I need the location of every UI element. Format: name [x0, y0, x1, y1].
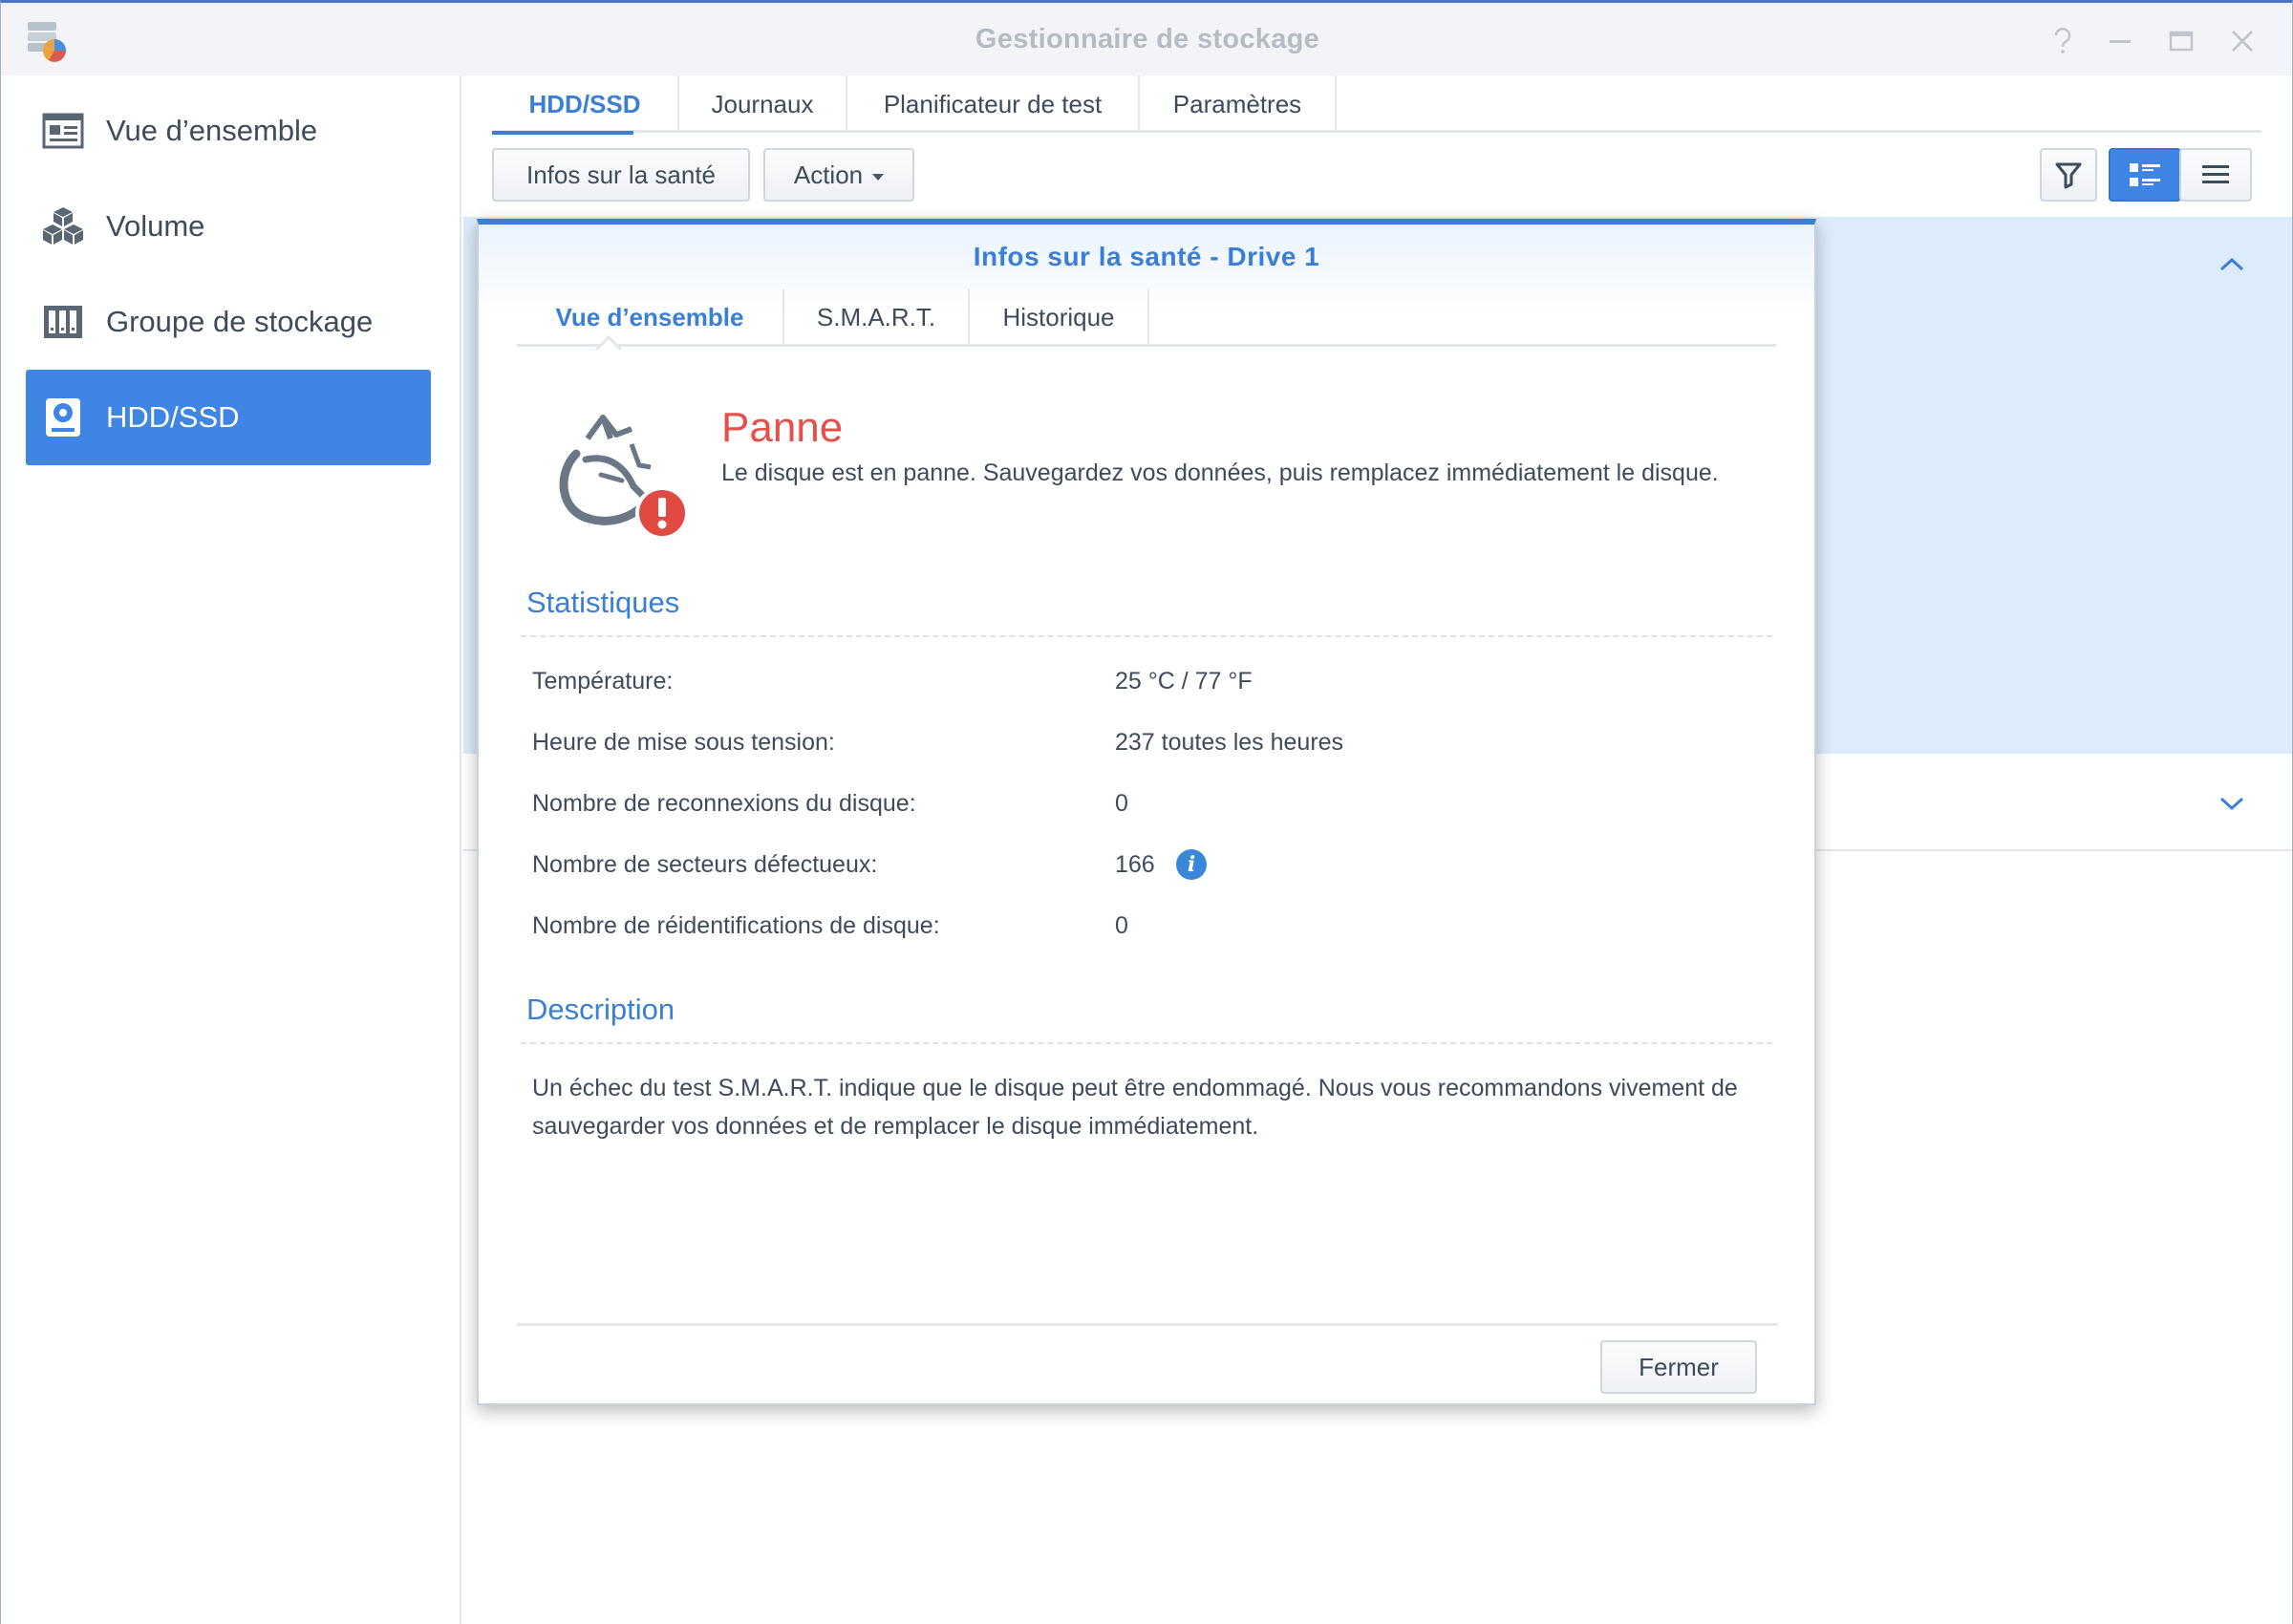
- description-heading: Description: [526, 993, 675, 1026]
- drive-failure-status-icon: [547, 406, 700, 549]
- section-divider: [521, 635, 1772, 637]
- action-button-label: Action: [793, 160, 864, 189]
- main-tabs: HDD/SSD Journaux Planificateur de test P…: [492, 75, 2261, 133]
- close-icon[interactable]: [2223, 22, 2261, 60]
- dialog-title: Infos sur la santé - Drive 1: [973, 242, 1320, 271]
- sidebar-item-label: Volume: [106, 209, 205, 243]
- statistics-heading: Statistiques: [526, 586, 680, 619]
- caret-down-icon: [872, 173, 885, 181]
- storage-manager-window: Gestionnaire de stockage Vue d’ensemble …: [0, 0, 2293, 1624]
- stat-value-reconnections: 0: [1115, 790, 1128, 817]
- list-icon: [2202, 165, 2229, 183]
- sidebar: Vue d’ensemble Volume Groupe de stockage…: [1, 75, 461, 1624]
- stat-label-power-on-hours: Heure de mise sous tension:: [532, 729, 835, 756]
- chevron-down-icon[interactable]: [2218, 794, 2246, 813]
- sidebar-item-volume[interactable]: Volume: [26, 179, 431, 274]
- help-icon[interactable]: [2044, 22, 2082, 60]
- disk-icon: [41, 395, 85, 439]
- tab-logs[interactable]: Journaux: [679, 75, 847, 133]
- info-icon[interactable]: i: [1176, 849, 1207, 880]
- sidebar-item-hdd-ssd[interactable]: HDD/SSD: [26, 370, 431, 465]
- description-text: Un échec du test S.M.A.R.T. indique que …: [532, 1075, 1738, 1140]
- detail-view-button[interactable]: [2109, 148, 2181, 202]
- sidebar-item-label: Groupe de stockage: [106, 305, 374, 338]
- filter-icon: [2055, 162, 2082, 189]
- sidebar-item-overview[interactable]: Vue d’ensemble: [26, 83, 431, 179]
- stat-value-power-on-hours: 237 toutes les heures: [1115, 729, 1344, 756]
- dialog-footer-divider: [517, 1323, 1778, 1326]
- filter-button[interactable]: [2040, 148, 2097, 202]
- sidebar-item-label: Vue d’ensemble: [106, 114, 318, 147]
- title-bar[interactable]: Gestionnaire de stockage: [1, 3, 2292, 75]
- active-tab-indicator: [492, 131, 633, 135]
- stat-value-bad-sectors: 166: [1115, 851, 1155, 878]
- volume-cubes-icon: [41, 204, 85, 248]
- sidebar-item-label: HDD/SSD: [106, 400, 240, 434]
- close-button[interactable]: Fermer: [1600, 1340, 1757, 1394]
- window-title: Gestionnaire de stockage: [975, 24, 1320, 54]
- chevron-up-icon[interactable]: [2218, 255, 2246, 274]
- maximize-icon[interactable]: [2162, 22, 2200, 60]
- stat-value-reidentifications: 0: [1115, 912, 1128, 939]
- dialog-tab-history[interactable]: Historique: [970, 289, 1149, 345]
- dialog-tab-overview[interactable]: Vue d’ensemble: [517, 289, 784, 345]
- overview-icon: [41, 109, 85, 153]
- stat-value-temperature: 25 °C / 77 °F: [1115, 668, 1253, 694]
- health-info-dialog: Infos sur la santé - Drive 1 Vue d’ensem…: [477, 219, 1816, 1405]
- list-view-button[interactable]: [2179, 148, 2252, 202]
- stat-label-reconnections: Nombre de reconnexions du disque:: [532, 790, 916, 817]
- storage-pool-icon: [41, 300, 85, 344]
- stat-label-temperature: Température:: [532, 668, 674, 694]
- sidebar-item-storage-pool[interactable]: Groupe de stockage: [26, 274, 431, 370]
- status-description: Le disque est en panne. Sauvegardez vos …: [721, 459, 1719, 486]
- health-info-button[interactable]: Infos sur la santé: [492, 148, 750, 202]
- dialog-tab-smart[interactable]: S.M.A.R.T.: [784, 289, 970, 345]
- action-dropdown-button[interactable]: Action: [763, 148, 914, 202]
- dialog-tabs: Vue d’ensemble S.M.A.R.T. Historique: [517, 289, 1776, 347]
- tab-test-scheduler[interactable]: Planificateur de test: [847, 75, 1140, 133]
- tab-settings[interactable]: Paramètres: [1140, 75, 1337, 133]
- minimize-icon[interactable]: [2101, 22, 2139, 60]
- section-divider: [521, 1042, 1772, 1044]
- detail-list-icon: [2130, 163, 2160, 186]
- stat-label-bad-sectors: Nombre de secteurs défectueux:: [532, 851, 878, 878]
- tab-hdd-ssd[interactable]: HDD/SSD: [492, 75, 679, 133]
- stat-label-reidentifications: Nombre de réidentifications de disque:: [532, 912, 940, 939]
- status-title: Panne: [721, 404, 844, 451]
